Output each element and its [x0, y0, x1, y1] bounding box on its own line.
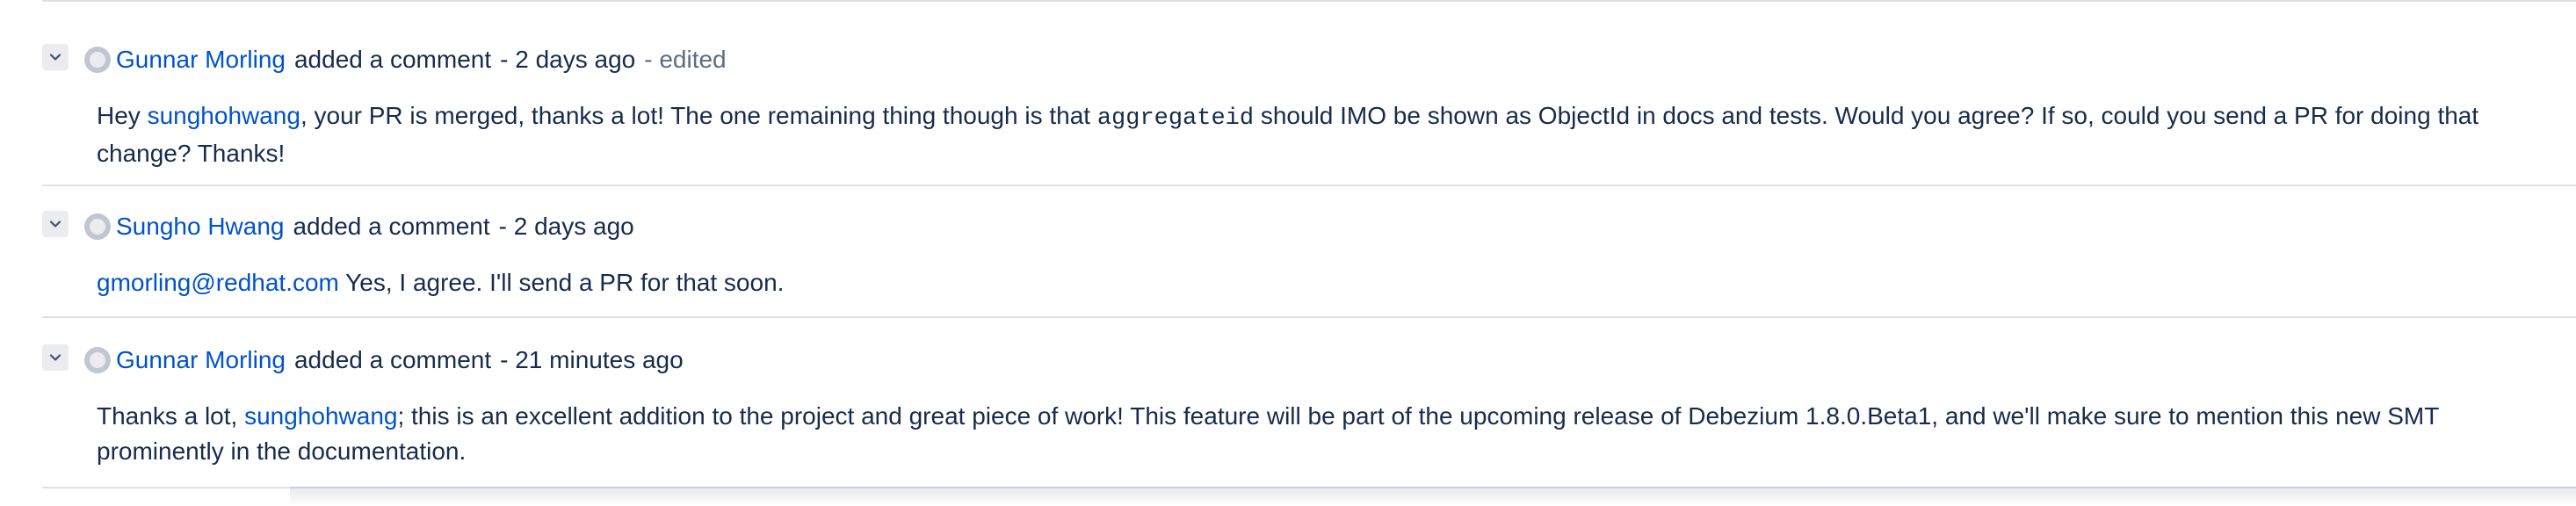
chevron-down-icon [49, 220, 62, 228]
comment-edited-indicator: - edited [644, 46, 727, 73]
comment-header: Sungho Hwang added a comment - 2 days ag… [42, 209, 634, 244]
inline-code: aggregateid [1096, 105, 1255, 132]
comment-action-text: added a comment [293, 46, 492, 73]
comment-header: Gunnar Morling added a comment - 21 minu… [42, 343, 684, 378]
comment-item: Gunnar Morling added a comment - 2 days … [42, 18, 2576, 186]
user-avatar-icon[interactable] [84, 347, 111, 373]
comment-text: ; this is an excellent addition to the p… [97, 402, 2439, 465]
user-avatar-icon[interactable] [84, 213, 111, 240]
comment-body: Hey sunghohwang, your PR is merged, than… [97, 98, 2557, 171]
comment-author-link[interactable]: Gunnar Morling [116, 42, 286, 77]
comment-body: gmorling@redhat.com Yes, I agree. I'll s… [97, 265, 2557, 300]
comment-text: Yes, I agree. I'll send a PR for that so… [338, 269, 785, 296]
comment-timestamp[interactable]: - 2 days ago [500, 42, 635, 77]
user-mention-link[interactable]: sunghohwang [148, 102, 300, 129]
chevron-down-icon [49, 354, 62, 361]
chevron-down-icon [49, 54, 62, 61]
comment-action-text: added a comment [293, 213, 490, 240]
collapse-toggle-button[interactable] [42, 44, 69, 70]
scroll-shadow [290, 487, 2576, 506]
comment-header: Gunnar Morling added a comment - 2 days … [42, 42, 727, 77]
user-avatar-icon[interactable] [84, 47, 111, 73]
collapse-toggle-button[interactable] [42, 344, 69, 371]
comment-body: Thanks a lot, sunghohwang; this is an ex… [97, 399, 2557, 469]
comment-author-link[interactable]: Sungho Hwang [116, 209, 284, 244]
comment-timestamp[interactable]: - 21 minutes ago [500, 343, 684, 378]
comment-item: Sungho Hwang added a comment - 2 days ag… [42, 186, 2576, 318]
comment-text: Hey [97, 102, 148, 129]
comment-timestamp[interactable]: - 2 days ago [499, 209, 634, 244]
comment-item: Gunnar Morling added a comment - 21 minu… [42, 318, 2576, 488]
user-mention-link[interactable]: sunghohwang [244, 402, 397, 430]
comment-text: , your PR is merged, thanks a lot! The o… [300, 102, 1097, 129]
collapse-toggle-button[interactable] [42, 211, 69, 237]
comment-action-text: added a comment [293, 346, 492, 373]
comment-text: Thanks a lot, [97, 402, 245, 430]
activity-comments-list: Gunnar Morling added a comment - 2 days … [42, 0, 2576, 506]
comment-author-link[interactable]: Gunnar Morling [116, 343, 286, 378]
email-mention-link[interactable]: gmorling@redhat.com [97, 269, 339, 296]
